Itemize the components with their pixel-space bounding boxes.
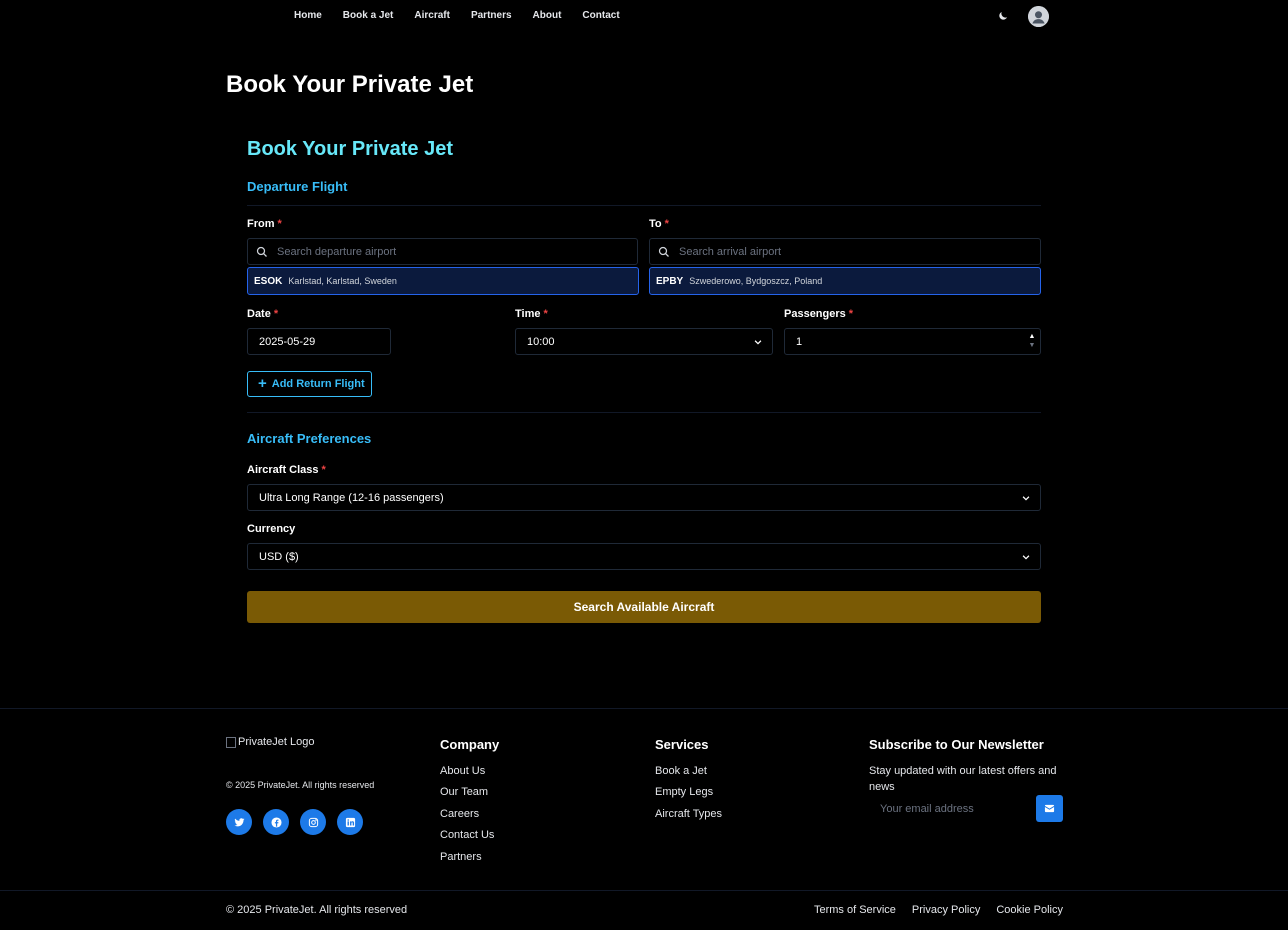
- from-airport-code: ESOK: [254, 275, 283, 287]
- footer-link-our-team[interactable]: Our Team: [440, 786, 488, 798]
- footer-divider: [0, 708, 1288, 709]
- nav-partners[interactable]: Partners: [471, 10, 512, 21]
- to-search-input[interactable]: Search arrival airport: [649, 238, 1041, 265]
- privacy-policy-link[interactable]: Privacy Policy: [912, 904, 980, 916]
- twitter-icon[interactable]: [226, 809, 252, 835]
- footer-link-contact-us[interactable]: Contact Us: [440, 829, 494, 841]
- footer-link-empty-legs[interactable]: Empty Legs: [655, 786, 713, 798]
- from-placeholder: Search departure airport: [277, 245, 397, 258]
- facebook-icon[interactable]: [263, 809, 289, 835]
- instagram-icon[interactable]: [300, 809, 326, 835]
- terms-of-service-link[interactable]: Terms of Service: [814, 904, 896, 916]
- departure-section-title: Departure Flight: [247, 179, 348, 194]
- footer-bottom-divider: [0, 890, 1288, 891]
- aircraft-class-value: Ultra Long Range (12-16 passengers): [259, 491, 444, 504]
- nav-contact[interactable]: Contact: [582, 10, 619, 21]
- search-available-aircraft-button[interactable]: Search Available Aircraft: [247, 591, 1041, 623]
- to-selected-airport[interactable]: EPBY Szwederowo, Bydgoszcz, Poland: [649, 267, 1041, 295]
- from-selected-airport[interactable]: ESOK Karlstad, Karlstad, Sweden: [247, 267, 639, 295]
- search-icon: [658, 246, 669, 257]
- nav-links: Home Book a Jet Aircraft Partners About …: [294, 10, 641, 21]
- cookie-policy-link[interactable]: Cookie Policy: [996, 904, 1063, 916]
- time-select[interactable]: 10:00: [515, 328, 773, 355]
- from-search-input[interactable]: Search departure airport: [247, 238, 638, 265]
- from-airport-name: Karlstad, Karlstad, Sweden: [288, 276, 397, 286]
- nav-book-a-jet[interactable]: Book a Jet: [343, 10, 394, 21]
- newsletter-title: Subscribe to Our Newsletter: [869, 737, 1044, 752]
- footer-link-partners[interactable]: Partners: [440, 851, 482, 863]
- add-return-flight-button[interactable]: + Add Return Flight: [247, 371, 372, 397]
- moon-icon[interactable]: [997, 10, 1011, 24]
- newsletter-text: Stay updated with our latest offers and …: [869, 765, 1057, 793]
- to-airport-name: Szwederowo, Bydgoszcz, Poland: [689, 276, 823, 286]
- chevron-down-icon: [1022, 555, 1030, 560]
- form-title: Book Your Private Jet: [247, 138, 453, 160]
- top-nav: Home Book a Jet Aircraft Partners About …: [0, 0, 1288, 34]
- envelope-icon: [1044, 804, 1055, 813]
- chevron-down-icon: [1022, 496, 1030, 501]
- services-title: Services: [655, 737, 709, 752]
- nav-aircraft[interactable]: Aircraft: [414, 10, 450, 21]
- stepper-down-icon[interactable]: ▼: [1028, 341, 1036, 350]
- number-stepper[interactable]: ▲ ▼: [1028, 332, 1036, 350]
- time-value: 10:00: [527, 335, 555, 348]
- divider: [247, 412, 1041, 413]
- bottom-copyright: © 2025 PrivateJet. All rights reserved: [226, 904, 408, 916]
- logo-alt-text: PrivateJet Logo: [238, 736, 315, 748]
- footer-copyright: © 2025 PrivateJet. All rights reserved: [226, 780, 375, 790]
- time-label: Time *: [515, 308, 548, 320]
- passengers-value: 1: [796, 335, 803, 348]
- linkedin-icon[interactable]: [337, 809, 363, 835]
- social-links: [226, 809, 363, 835]
- search-icon: [256, 246, 267, 257]
- date-value: 2025-05-29: [259, 335, 316, 348]
- aircraft-class-label: Aircraft Class *: [247, 464, 326, 476]
- footer-link-book-a-jet[interactable]: Book a Jet: [655, 765, 707, 777]
- currency-value: USD ($): [259, 550, 299, 563]
- add-return-flight-label: Add Return Flight: [271, 378, 365, 390]
- aircraft-class-select[interactable]: Ultra Long Range (12-16 passengers): [247, 484, 1041, 511]
- broken-image-icon: [226, 736, 236, 748]
- stepper-up-icon[interactable]: ▲: [1028, 332, 1036, 341]
- footer-link-aircraft-types[interactable]: Aircraft Types: [655, 808, 722, 820]
- from-label: From *: [247, 218, 282, 230]
- footer-link-careers[interactable]: Careers: [440, 808, 479, 820]
- company-title: Company: [440, 737, 500, 752]
- currency-select[interactable]: USD ($): [247, 543, 1041, 570]
- footer-link-about-us[interactable]: About Us: [440, 765, 485, 777]
- to-placeholder: Search arrival airport: [679, 245, 782, 258]
- nav-about[interactable]: About: [533, 10, 562, 21]
- chevron-down-icon: [754, 340, 762, 345]
- page-title: Book Your Private Jet: [226, 71, 474, 98]
- aircraft-preferences-title: Aircraft Preferences: [247, 431, 372, 446]
- to-airport-code: EPBY: [656, 275, 684, 287]
- passengers-label: Passengers *: [784, 308, 854, 320]
- divider: [247, 205, 1041, 206]
- date-label: Date *: [247, 308, 279, 320]
- passengers-input[interactable]: 1 ▲ ▼: [784, 328, 1041, 355]
- nav-home[interactable]: Home: [294, 10, 322, 21]
- newsletter-email-input[interactable]: Your email address: [869, 797, 1034, 821]
- footer-logo[interactable]: PrivateJet Logo: [226, 736, 314, 748]
- to-label: To *: [649, 218, 669, 230]
- newsletter-submit-button[interactable]: [1036, 795, 1063, 822]
- plus-icon: +: [258, 375, 267, 392]
- legal-links: Terms of Service Privacy Policy Cookie P…: [814, 904, 1063, 916]
- date-input[interactable]: 2025-05-29: [247, 328, 391, 355]
- user-avatar-icon[interactable]: [1028, 6, 1049, 27]
- currency-label: Currency: [247, 523, 296, 535]
